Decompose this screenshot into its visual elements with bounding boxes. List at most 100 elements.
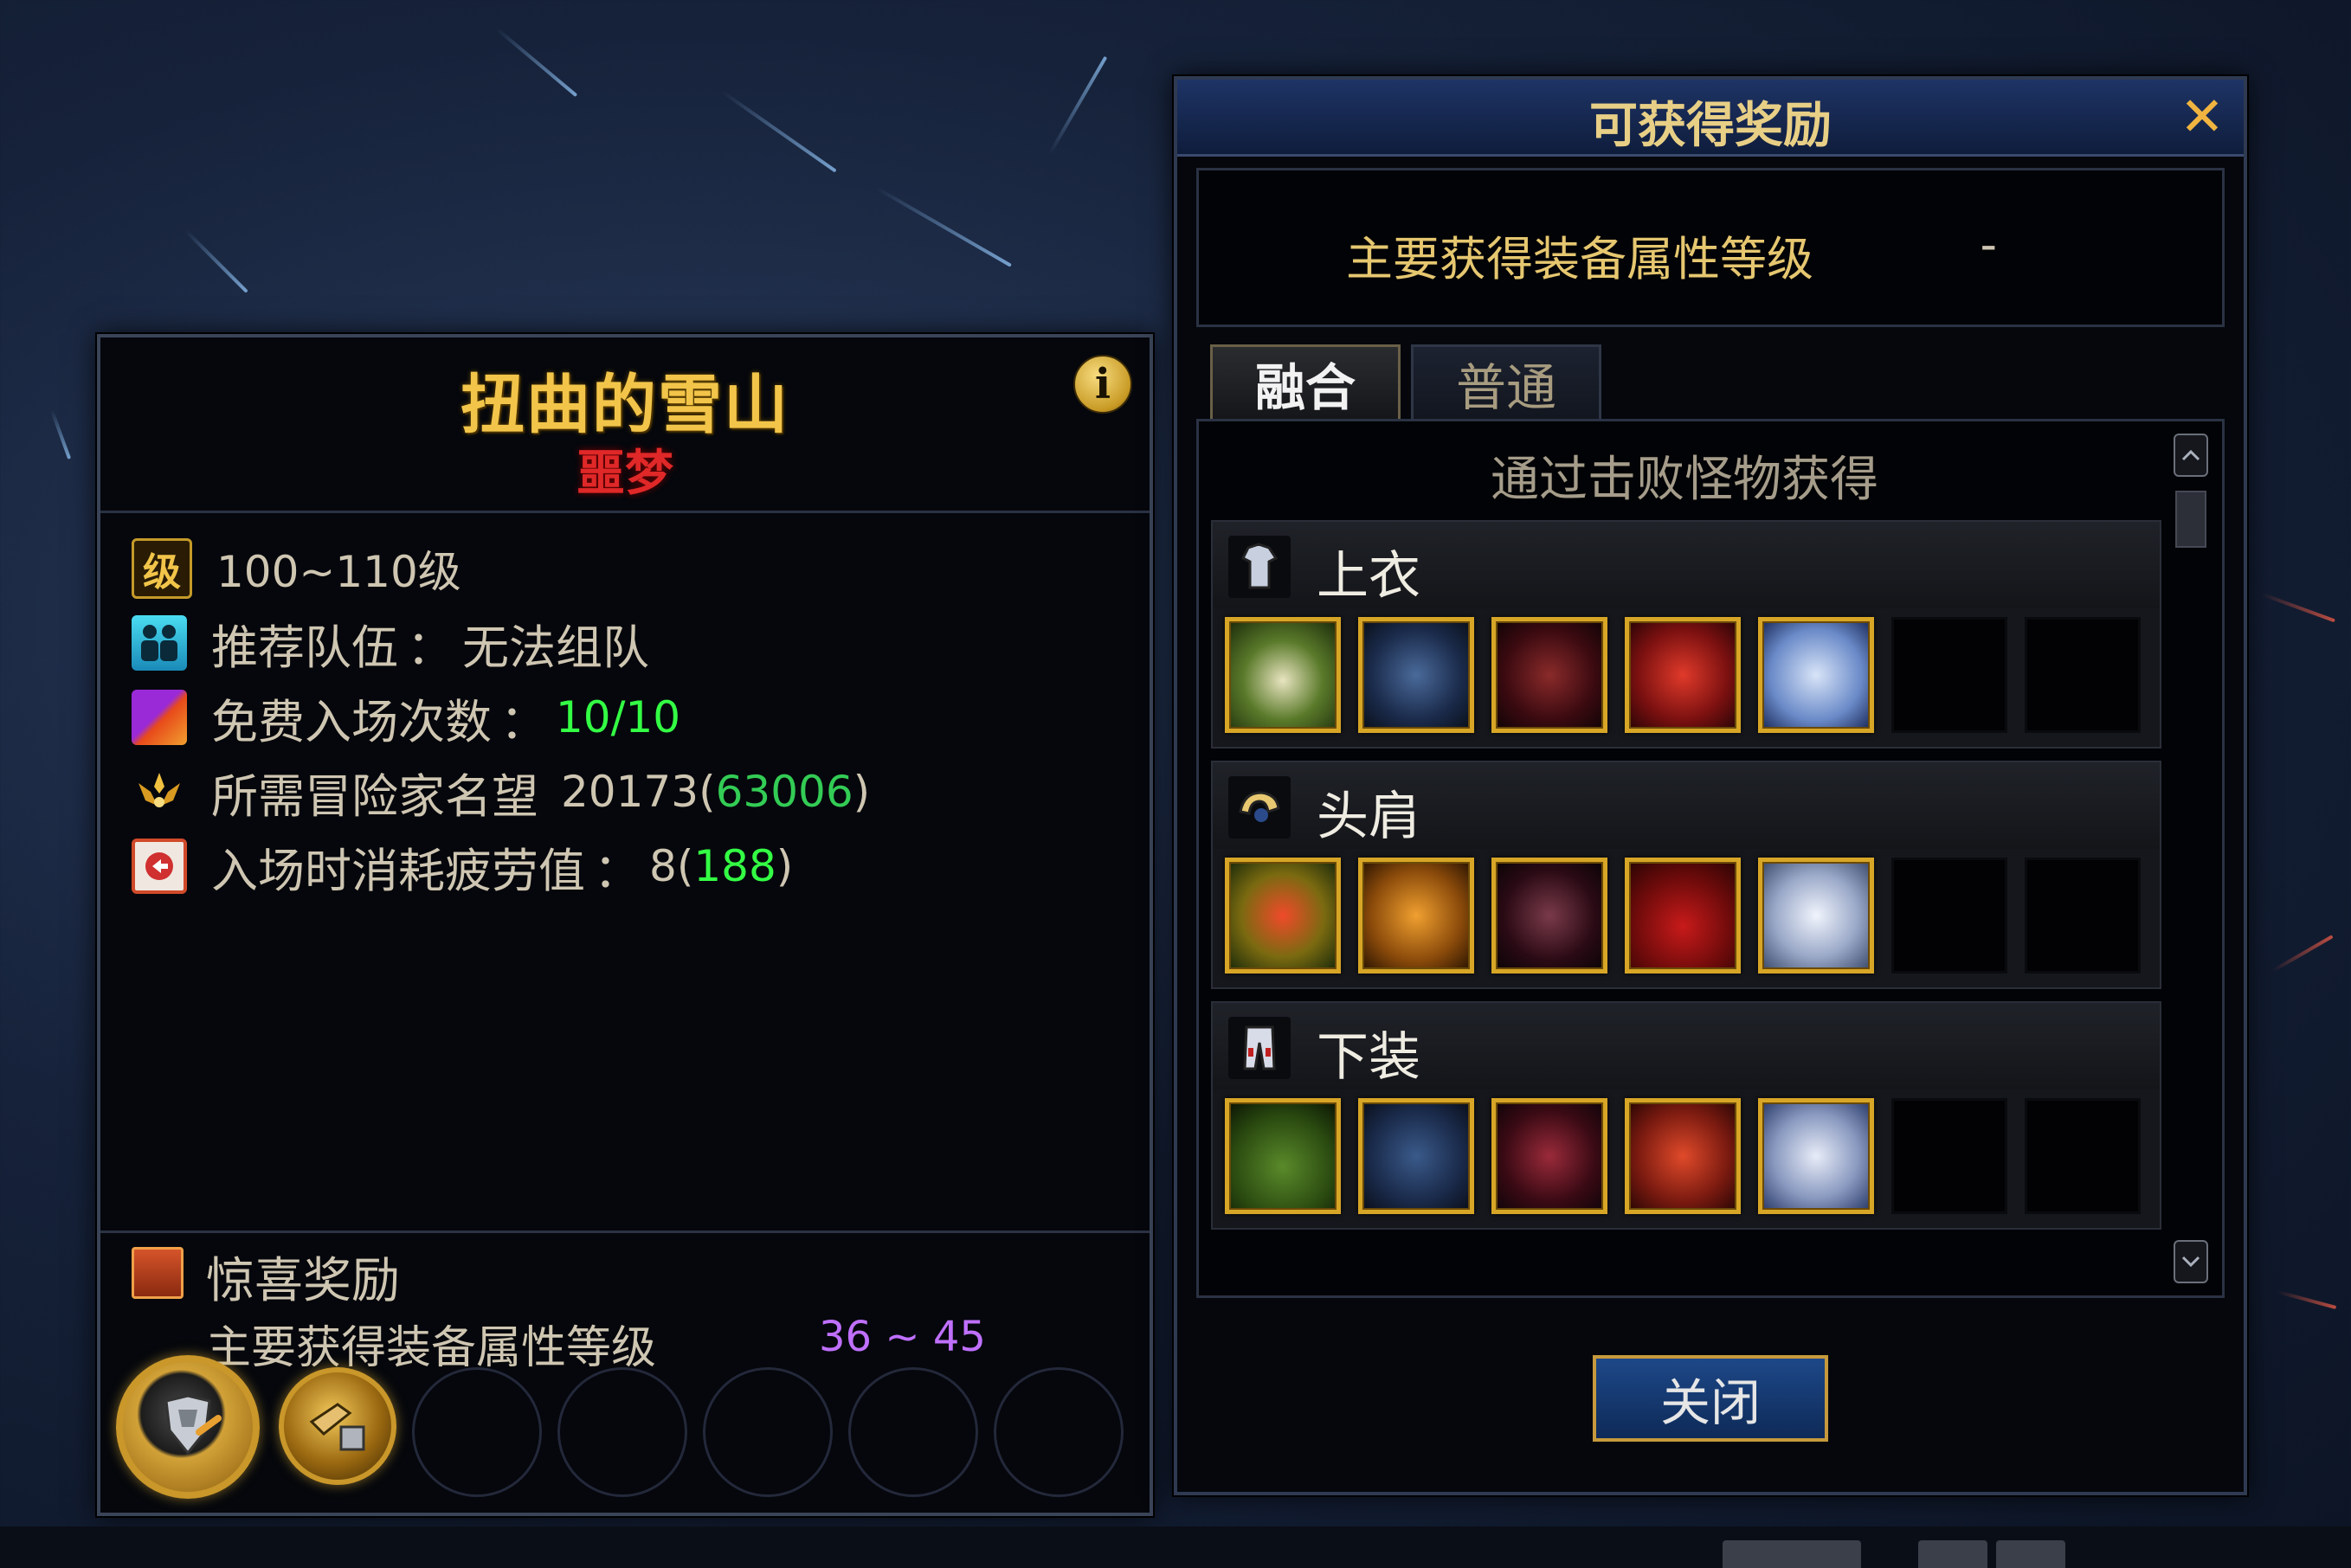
- equip-group-pants: 下装: [1211, 1001, 2161, 1230]
- scroll-thumb[interactable]: [2175, 491, 2206, 548]
- item-slot[interactable]: [1358, 617, 1474, 733]
- item-art: [1629, 862, 1736, 969]
- shoulder-armor-icon: [1228, 776, 1291, 839]
- reward-slot-empty: [703, 1367, 833, 1497]
- reputation-paren-open: (: [699, 767, 716, 817]
- top-armor-icon: [1228, 536, 1291, 598]
- item-art: [1762, 862, 1870, 969]
- item-slot[interactable]: [1358, 858, 1474, 974]
- tab-fusion[interactable]: 融合: [1210, 344, 1401, 419]
- dungeon-header: 扭曲的雪山 噩梦 i: [100, 337, 1150, 513]
- item-slot[interactable]: [1758, 617, 1874, 733]
- armor-bundle-icon: [123, 1362, 253, 1492]
- difficulty-label: 噩梦: [576, 445, 673, 502]
- item-slot[interactable]: [1491, 617, 1607, 733]
- close-icon[interactable]: ✕: [2180, 85, 2225, 148]
- fatigue-cost: 8: [649, 841, 677, 891]
- attr-level-value: -: [1980, 217, 1998, 272]
- reward-list-scrollbar[interactable]: [2174, 434, 2212, 1283]
- item-slot-empty: [1891, 1098, 2007, 1214]
- item-art: [1496, 621, 1603, 729]
- equip-type-label: 下装: [1317, 1027, 1420, 1088]
- item-slot[interactable]: [1625, 617, 1741, 733]
- level-range: 100~110级: [216, 547, 461, 597]
- scroll-up-icon[interactable]: [2174, 434, 2208, 477]
- item-slot[interactable]: [1758, 858, 1874, 974]
- item-slot[interactable]: [1491, 858, 1607, 974]
- reward-slot-armor[interactable]: [116, 1355, 260, 1499]
- surprise-attr-range: 36 ~ 45: [819, 1313, 986, 1361]
- tab-normal[interactable]: 普通: [1411, 344, 1601, 419]
- dungeon-title: 扭曲的雪山: [461, 368, 789, 442]
- item-slot[interactable]: [1491, 1098, 1607, 1214]
- party-label: 推荐队伍: [211, 620, 398, 675]
- item-slot[interactable]: [1225, 617, 1341, 733]
- item-slot[interactable]: [1758, 1098, 1874, 1214]
- equip-group-header: 下装: [1213, 1003, 2160, 1089]
- item-art: [1362, 621, 1470, 729]
- equip-group-header: 头肩: [1213, 762, 2160, 849]
- item-art: [1496, 1102, 1603, 1210]
- reward-source-label: 通过击败怪物获得: [1491, 452, 1878, 508]
- reputation-required: 20173: [561, 767, 699, 817]
- scroll-down-icon[interactable]: [2174, 1240, 2208, 1283]
- entries-separator: ：: [500, 694, 547, 749]
- party-value: 无法组队: [462, 620, 649, 675]
- reputation-icon: [132, 764, 187, 819]
- item-art: [1496, 862, 1603, 969]
- level-icon: 级: [132, 538, 192, 599]
- obtainable-rewards-window: 可获得奖励 ✕ 主要获得装备属性等级 - 融合 普通 通过击败怪物获得 上衣 头…: [1174, 76, 2247, 1495]
- treasure-chest-icon: [132, 1247, 184, 1299]
- item-slot-empty: [1891, 858, 2007, 974]
- reward-slot-empty: [412, 1367, 542, 1497]
- entries-label: 免费入场次数: [211, 694, 492, 749]
- reward-slot-empty: [994, 1367, 1124, 1497]
- fatigue-label: 入场时消耗疲劳值: [211, 843, 585, 898]
- fatigue-current: 188: [693, 841, 776, 891]
- fatigue-row: 入场时消耗疲劳值 ： 8 ( 188 ): [132, 836, 793, 898]
- fatigue-icon: [132, 839, 187, 894]
- item-slot-empty: [2025, 617, 2141, 733]
- item-slot[interactable]: [1225, 1098, 1341, 1214]
- bottom-bar-button[interactable]: [1723, 1540, 1861, 1568]
- item-slot-empty: [2025, 858, 2141, 974]
- item-slot[interactable]: [1625, 858, 1741, 974]
- bottom-bar-button[interactable]: [1918, 1540, 1987, 1568]
- party-row: 推荐队伍 ： 无法组队: [132, 613, 649, 675]
- item-art: [1629, 1102, 1736, 1210]
- reward-list: 通过击败怪物获得 上衣 头肩 下装: [1196, 419, 2225, 1298]
- ticket-icon: [132, 690, 187, 745]
- fatigue-separator: ：: [594, 843, 641, 898]
- surprise-attr-label: 主要获得装备属性等级: [206, 1322, 657, 1374]
- reputation-label: 所需冒险家名望: [211, 768, 538, 824]
- info-icon[interactable]: i: [1073, 355, 1132, 414]
- level-row: 级 100~110级: [132, 538, 461, 599]
- party-separator: ：: [407, 620, 454, 675]
- window-titlebar: 可获得奖励 ✕: [1177, 80, 2244, 157]
- reward-slot-empty: [557, 1367, 687, 1497]
- item-slot[interactable]: [1625, 1098, 1741, 1214]
- reward-slot-material[interactable]: [279, 1367, 396, 1485]
- item-art: [1229, 1102, 1337, 1210]
- item-art: [1229, 862, 1337, 969]
- item-art: [1762, 1102, 1870, 1210]
- bottom-bar: [0, 1526, 2351, 1568]
- item-slot-empty: [2025, 1098, 2141, 1214]
- material-box-icon: [284, 1372, 391, 1480]
- reputation-row: 所需冒险家名望 20173 ( 63006 ): [132, 762, 870, 824]
- close-button[interactable]: 关闭: [1593, 1355, 1828, 1442]
- attr-level-label: 主要获得装备属性等级: [1346, 232, 1813, 286]
- bottom-bar-button[interactable]: [1996, 1540, 2065, 1568]
- item-art: [1362, 1102, 1470, 1210]
- equip-group-shoulder: 头肩: [1211, 761, 2161, 989]
- fatigue-paren-open: (: [676, 841, 694, 891]
- item-slot[interactable]: [1225, 858, 1341, 974]
- equip-group-header: 上衣: [1213, 522, 2160, 608]
- pants-armor-icon: [1228, 1017, 1291, 1079]
- item-slot-empty: [1891, 617, 2007, 733]
- item-art: [1362, 862, 1470, 969]
- item-slot[interactable]: [1358, 1098, 1474, 1214]
- surprise-reward-title: 惊喜奖励: [206, 1253, 400, 1309]
- equip-group-top: 上衣: [1211, 520, 2161, 749]
- dungeon-info-panel: 扭曲的雪山 噩梦 i 级 100~110级 推荐队伍 ： 无法组队 免费入场次数…: [97, 334, 1153, 1516]
